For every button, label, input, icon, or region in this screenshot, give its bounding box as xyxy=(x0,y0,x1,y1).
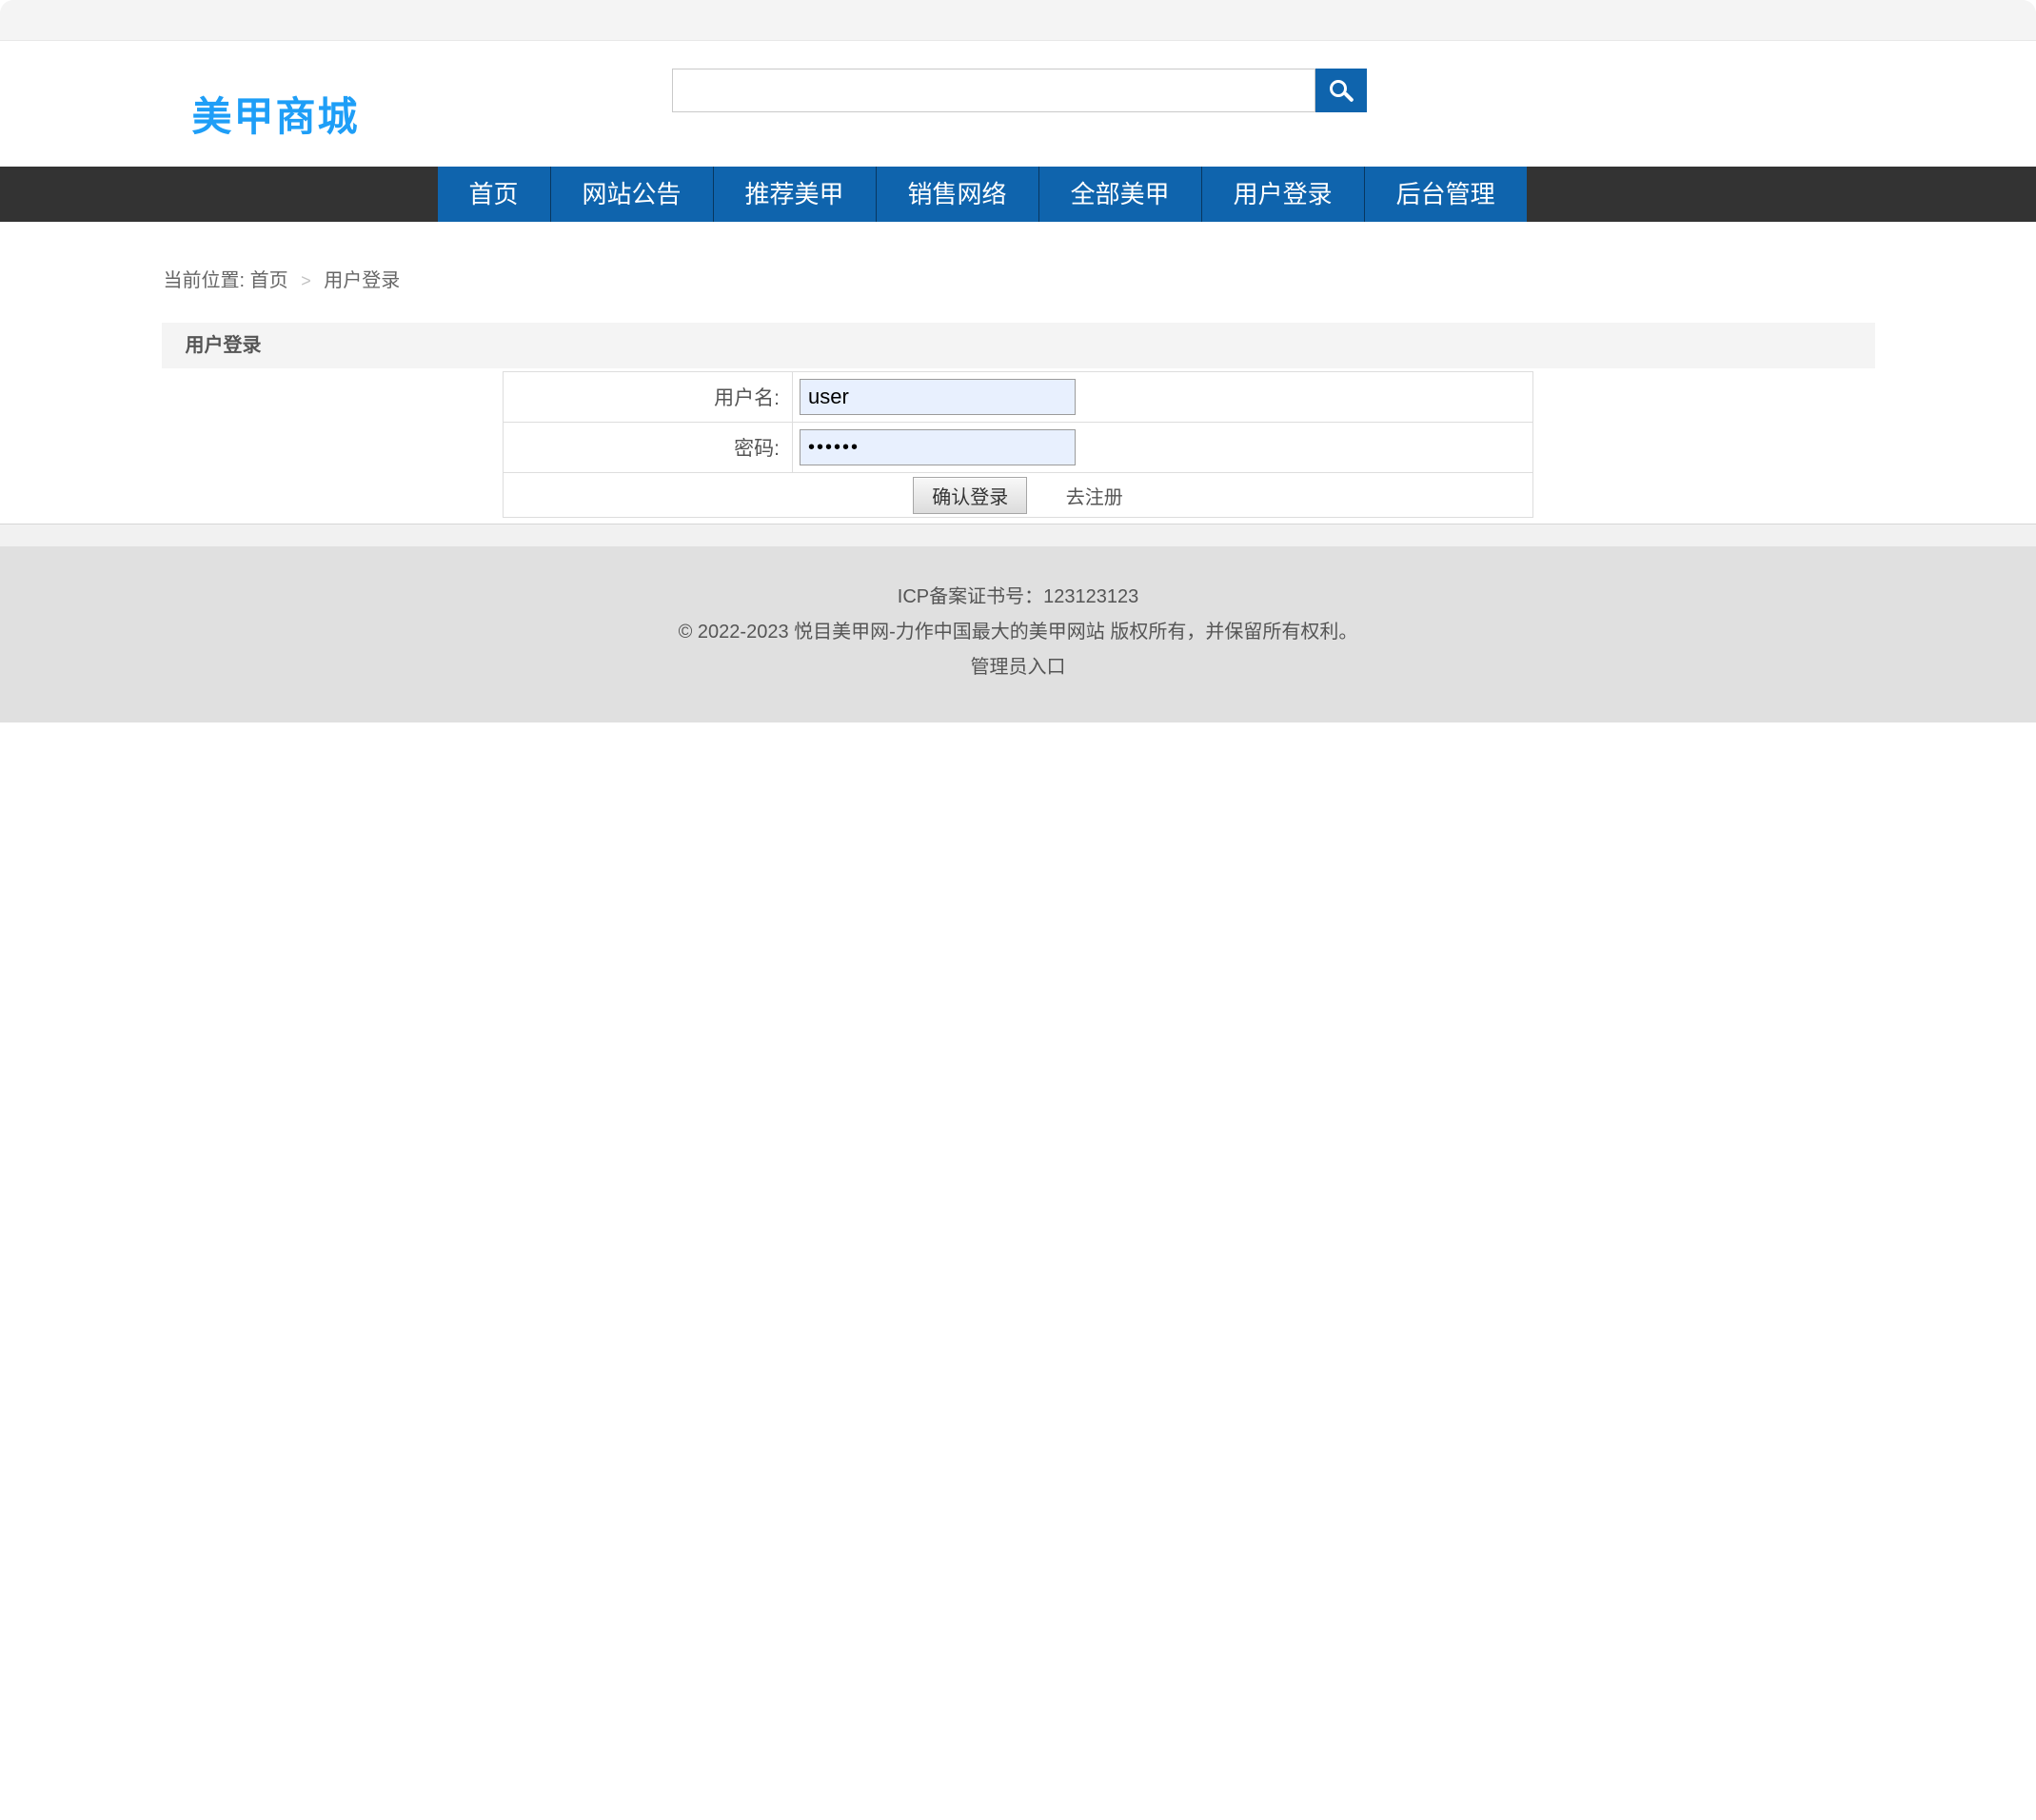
nav-item-user-login[interactable]: 用户登录 xyxy=(1201,167,1364,222)
footer-top-strip xyxy=(0,524,2036,546)
page: 美甲商城 首页 网站公告 推荐美甲 销售网络 全部美甲 用户登录 后台管理 xyxy=(0,0,2036,1820)
admin-entrance-link[interactable]: 管理员入口 xyxy=(971,657,1066,678)
username-label: 用户名: xyxy=(504,372,793,423)
site-logo[interactable]: 美甲商城 xyxy=(192,85,360,143)
icp-number: ICP备案证书号：123123123 xyxy=(0,585,2036,608)
nav-item-recommended-nails[interactable]: 推荐美甲 xyxy=(713,167,876,222)
site-header: 美甲商城 xyxy=(0,41,2036,167)
chevron-right-icon: > xyxy=(301,271,311,290)
main-nav: 首页 网站公告 推荐美甲 销售网络 全部美甲 用户登录 后台管理 xyxy=(0,167,2036,222)
search-button[interactable] xyxy=(1315,69,1367,112)
login-panel: 用户登录 用户名: 密码: xyxy=(162,323,1875,518)
go-register-link[interactable]: 去注册 xyxy=(1066,487,1123,508)
breadcrumb-prefix: 当前位置: xyxy=(164,270,246,291)
content-area: 当前位置: 首页 > 用户登录 用户登录 用户名: 密码: xyxy=(0,222,2036,524)
site-footer: ICP备案证书号：123123123 © 2022-2023 悦目美甲网-力作中… xyxy=(0,546,2036,722)
search-icon xyxy=(1330,80,1347,97)
confirm-login-button[interactable]: 确认登录 xyxy=(913,477,1027,514)
nav-item-admin[interactable]: 后台管理 xyxy=(1364,167,1527,222)
nav-item-all-nails[interactable]: 全部美甲 xyxy=(1038,167,1201,222)
breadcrumb: 当前位置: 首页 > 用户登录 xyxy=(164,269,1875,292)
actions-row: 确认登录 去注册 xyxy=(504,473,1533,518)
nav-item-home[interactable]: 首页 xyxy=(438,167,550,222)
copyright-text: © 2022-2023 悦目美甲网-力作中国最大的美甲网站 版权所有，并保留所有… xyxy=(0,621,2036,643)
breadcrumb-home-link[interactable]: 首页 xyxy=(250,270,288,291)
username-row: 用户名: xyxy=(504,372,1533,423)
password-row: 密码: xyxy=(504,423,1533,473)
top-strip xyxy=(0,0,2036,41)
password-label: 密码: xyxy=(504,423,793,473)
username-field[interactable] xyxy=(800,379,1076,415)
nav-item-sales-network[interactable]: 销售网络 xyxy=(876,167,1038,222)
login-form: 用户名: 密码: 确认登录 去注册 xyxy=(503,371,1533,518)
nav-menu: 首页 网站公告 推荐美甲 销售网络 全部美甲 用户登录 后台管理 xyxy=(438,167,1875,222)
password-field[interactable] xyxy=(800,429,1076,465)
search-box xyxy=(672,69,1367,112)
search-input[interactable] xyxy=(672,69,1315,112)
breadcrumb-current: 用户登录 xyxy=(324,270,400,291)
nav-item-announcements[interactable]: 网站公告 xyxy=(550,167,713,222)
login-panel-title: 用户登录 xyxy=(162,323,1875,368)
